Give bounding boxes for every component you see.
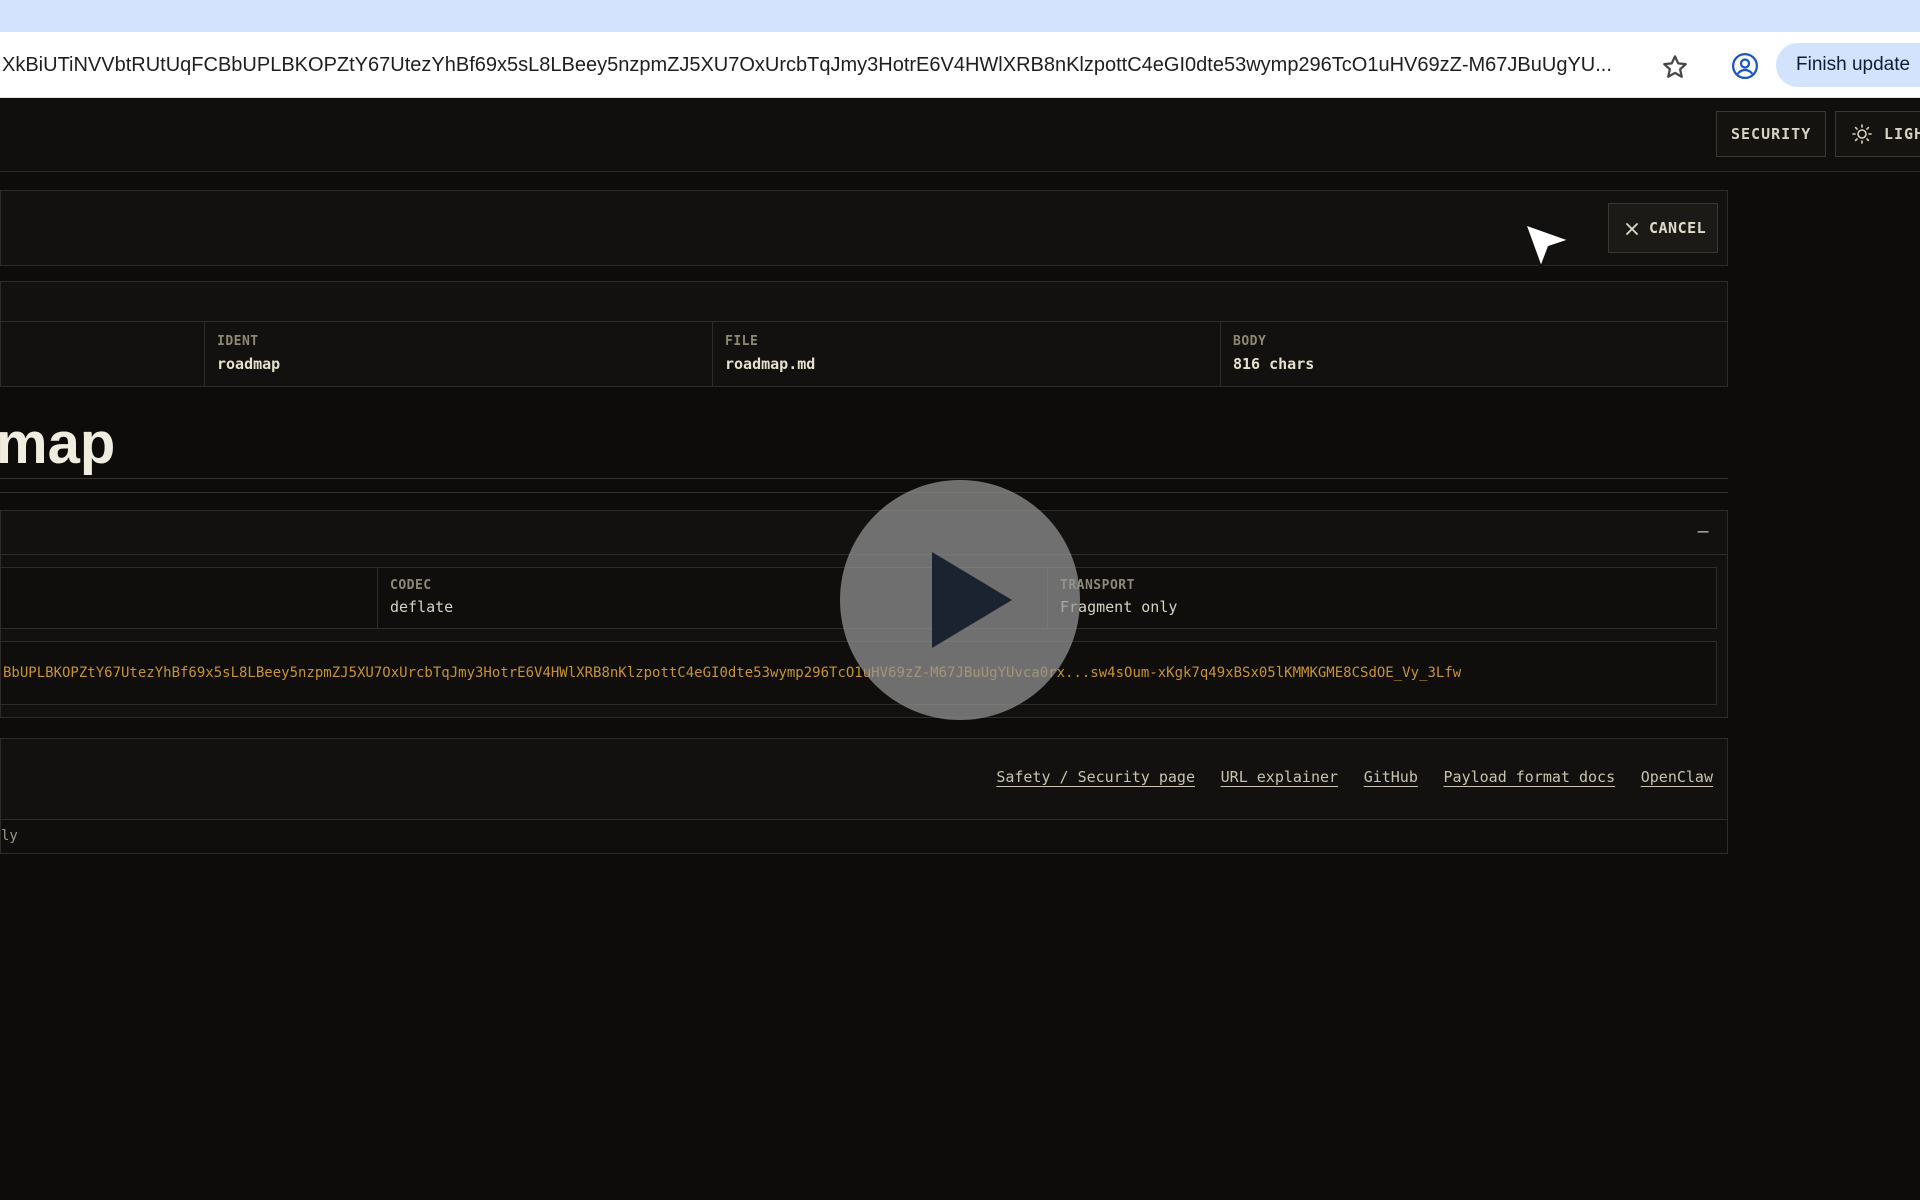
openclaw-link[interactable]: OpenClaw [1641, 768, 1713, 786]
meta-label: FILE [725, 334, 759, 349]
footer-links: Safety / Security page URL explainer Git… [980, 767, 1713, 786]
meta-label: BODY [1233, 334, 1267, 349]
app-header: SECURITY LIGH [0, 98, 1920, 172]
meta-value: roadmap [217, 355, 281, 373]
address-bar[interactable]: XkBiUTiNVVbtRUtUqFCBbUPLBKOPZtY67UtezYhB… [2, 32, 1642, 98]
action-panel: CANCEL [0, 190, 1728, 266]
divider [0, 492, 1728, 493]
meta-cell-file: FILE roadmap.md [712, 322, 1220, 386]
star-icon[interactable] [1660, 52, 1690, 82]
meta-panel: IDENT roadmap FILE roadmap.md BODY 816 c… [0, 281, 1728, 387]
payload-format-docs-link[interactable]: Payload format docs [1444, 768, 1616, 786]
profile-icon[interactable] [1730, 51, 1760, 81]
meta-value: 816 chars [1233, 355, 1315, 373]
meta-cell-ident: IDENT roadmap [204, 322, 712, 386]
play-icon [932, 552, 1012, 648]
meta-strip [1, 282, 1727, 322]
safety-security-link[interactable]: Safety / Security page [996, 768, 1195, 786]
security-button[interactable]: SECURITY [1716, 111, 1826, 157]
light-theme-button[interactable]: LIGH [1835, 111, 1920, 157]
transport-label: TRANSPORT [1060, 578, 1135, 593]
light-theme-label: LIGH [1884, 125, 1920, 143]
github-link[interactable]: GitHub [1364, 768, 1418, 786]
meta-value: roadmap.md [725, 355, 816, 373]
url-explainer-link[interactable]: URL explainer [1221, 768, 1338, 786]
divider [0, 478, 1728, 479]
meta-label: IDENT [217, 334, 259, 349]
transport-value: Fragment only [1060, 598, 1178, 616]
document-title: map [0, 411, 116, 476]
cancel-label: CANCEL [1649, 219, 1707, 237]
cursor-icon [1523, 222, 1572, 270]
close-icon [1626, 223, 1638, 235]
payload-cell-transport: TRANSPORT Fragment only [1047, 568, 1717, 628]
footer-note: ly [1, 819, 1727, 853]
sun-icon [1852, 124, 1872, 144]
finish-update-button[interactable]: Finish update [1776, 43, 1920, 87]
meta-cell-body: BODY 816 chars [1220, 322, 1727, 386]
payload-cell-blank [1, 568, 377, 628]
browser-tab-strip [0, 0, 1920, 32]
cancel-button[interactable]: CANCEL [1608, 203, 1718, 253]
browser-toolbar: XkBiUTiNVVbtRUtUqFCBbUPLBKOPZtY67UtezYhB… [0, 32, 1920, 98]
video-play-overlay[interactable] [840, 480, 1080, 720]
footer-panel: Safety / Security page URL explainer Git… [0, 738, 1728, 854]
collapse-button[interactable]: – [1691, 519, 1715, 545]
